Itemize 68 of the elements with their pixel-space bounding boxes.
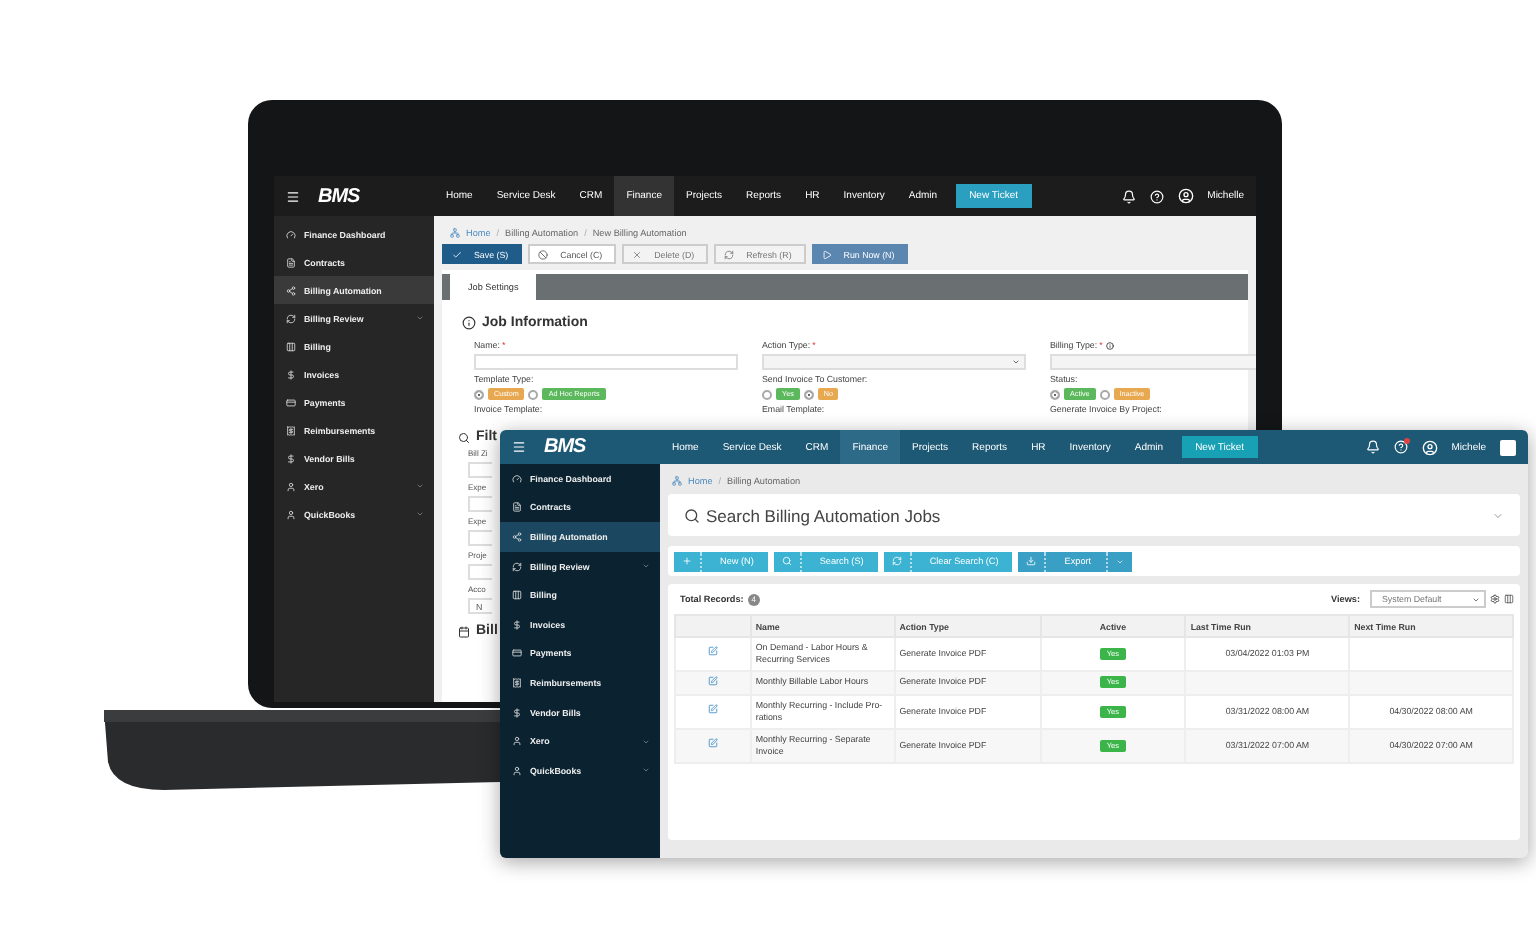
refresh-icon	[512, 561, 522, 572]
edit-icon[interactable]	[707, 704, 718, 715]
columns-icon[interactable]	[1504, 594, 1514, 604]
info-icon	[462, 316, 476, 330]
person-icon	[512, 765, 522, 776]
input-field[interactable]	[474, 354, 738, 370]
input-field[interactable]	[468, 564, 492, 580]
dollar-icon	[286, 369, 296, 379]
page-title: Search Billing Automation Jobs	[706, 505, 941, 525]
radio-button[interactable]	[528, 389, 539, 399]
settings-icon[interactable]	[1490, 594, 1500, 604]
refresh-icon	[724, 249, 735, 259]
search-icon	[684, 507, 700, 523]
search-icon	[781, 556, 792, 566]
menu-icon[interactable]	[512, 440, 526, 454]
help-icon[interactable]	[1149, 189, 1164, 203]
sitemap-icon	[450, 227, 460, 237]
person-icon	[286, 509, 296, 519]
radio-button[interactable]	[474, 389, 484, 399]
columns-icon	[512, 590, 522, 601]
card-icon	[512, 648, 522, 659]
dollar-icon	[512, 707, 522, 718]
plus-icon	[682, 556, 692, 566]
card-icon	[286, 397, 296, 407]
chevron-icon[interactable]	[1492, 509, 1504, 521]
sitemap-icon	[672, 475, 682, 485]
calendar-icon	[458, 625, 470, 637]
help-icon[interactable]	[1393, 440, 1408, 454]
radio-button[interactable]	[762, 389, 772, 399]
radio-button[interactable]	[1099, 389, 1110, 399]
app-icon[interactable]	[1500, 439, 1516, 455]
edit-icon[interactable]	[707, 738, 718, 749]
play-icon	[821, 249, 832, 259]
download-icon	[1026, 556, 1037, 566]
receipt-icon	[286, 425, 296, 435]
input-field[interactable]	[468, 530, 492, 546]
input-field[interactable]	[468, 496, 492, 512]
select-field[interactable]	[1050, 354, 1256, 370]
avatar-icon[interactable]	[1421, 439, 1438, 455]
document-icon	[286, 257, 296, 267]
search-icon	[458, 431, 470, 443]
gauge-icon	[512, 473, 522, 484]
ban-icon	[538, 249, 549, 259]
radio-button[interactable]	[1050, 389, 1060, 399]
logo: BMS	[544, 436, 586, 458]
input-field[interactable]	[468, 462, 492, 478]
refresh-icon	[286, 313, 296, 323]
bell-icon[interactable]	[1121, 189, 1136, 203]
check-icon	[452, 249, 462, 259]
gauge-icon	[286, 229, 296, 239]
edit-icon[interactable]	[707, 675, 718, 686]
columns-icon	[286, 341, 296, 351]
edit-icon[interactable]	[707, 646, 718, 657]
logo: BMS	[318, 185, 360, 207]
radio-button[interactable]	[803, 389, 814, 399]
dollar-icon	[512, 619, 522, 630]
person-icon	[286, 481, 296, 491]
bell-icon[interactable]	[1365, 440, 1380, 454]
receipt-icon	[512, 677, 522, 688]
share-icon	[512, 531, 522, 542]
person-icon	[512, 736, 522, 747]
avatar-icon[interactable]	[1177, 188, 1194, 204]
dollar-icon	[286, 453, 296, 463]
menu-icon[interactable]	[286, 189, 300, 203]
document-icon	[512, 502, 522, 513]
refresh-icon	[891, 556, 902, 566]
share-icon	[286, 285, 296, 295]
select-field[interactable]	[762, 354, 1026, 370]
